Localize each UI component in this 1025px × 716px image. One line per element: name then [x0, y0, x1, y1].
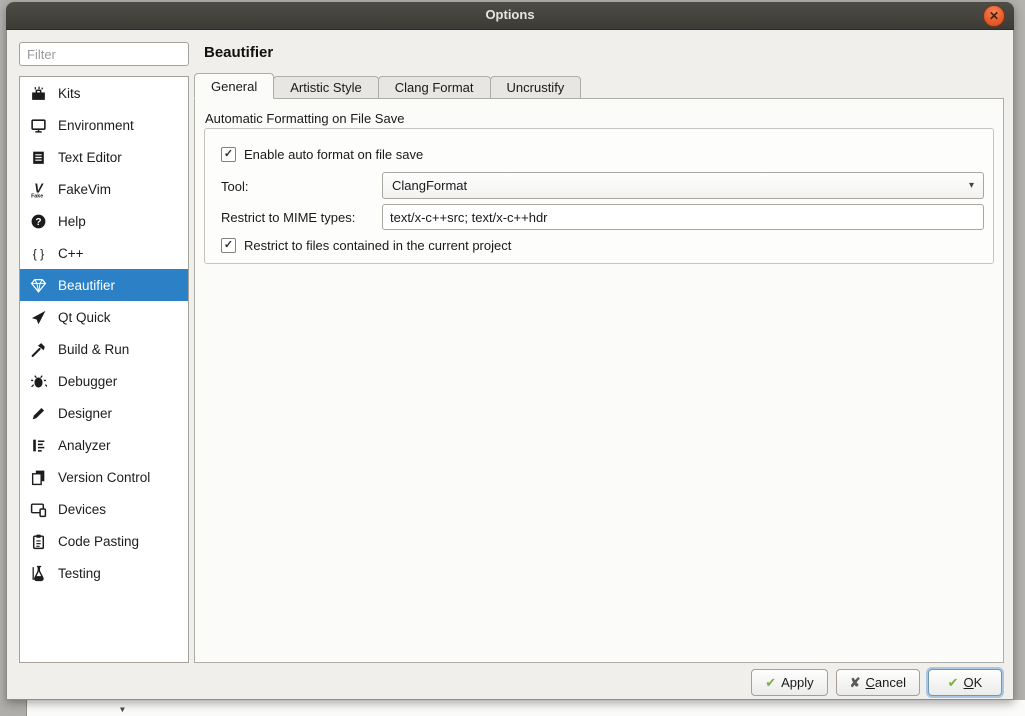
diamond-icon	[30, 277, 47, 294]
help-icon: ?	[30, 213, 47, 230]
sidebar-item-label: Version Control	[58, 470, 150, 485]
flask-icon	[30, 565, 47, 582]
filter-input[interactable]	[19, 42, 189, 66]
sidebar-item-label: Debugger	[58, 374, 117, 389]
close-icon: ✕	[989, 10, 999, 22]
svg-text:?: ?	[35, 217, 41, 228]
sidebar-item-kits[interactable]: Kits	[20, 77, 188, 109]
cancel-button[interactable]: ✘ Cancel	[836, 669, 920, 696]
hammer-icon	[30, 341, 47, 358]
braces-icon: { }	[30, 245, 47, 262]
dropdown-arrow-icon: ▾	[969, 180, 974, 191]
cancel-button-label: Cancel	[866, 675, 906, 690]
pencil-icon	[30, 405, 47, 422]
tab-uncrustify[interactable]: Uncrustify	[490, 76, 582, 99]
check-glyph: ✓	[224, 149, 233, 160]
dialog-button-box: ✔ Apply ✘ Cancel ✔ OK	[751, 669, 1002, 696]
tab-artistic-style[interactable]: Artistic Style	[273, 76, 379, 99]
svg-text:{ }: { }	[33, 246, 45, 260]
apply-button[interactable]: ✔ Apply	[751, 669, 827, 696]
sidebar-item-label: FakeVim	[58, 182, 111, 197]
combobox-value: ClangFormat	[392, 178, 467, 193]
ok-button-label: OK	[964, 675, 983, 690]
enable-autoformat-checkbox[interactable]: ✓ Enable auto format on file save	[221, 147, 423, 162]
tool-combobox[interactable]: ClangFormat ▾	[382, 172, 984, 199]
vim-icon: VFake	[30, 181, 47, 198]
general-tab-pane: Automatic Formatting on File Save ✓ Enab…	[194, 98, 1004, 663]
sidebar-item-label: Kits	[58, 86, 81, 101]
mime-types-label: Restrict to MIME types:	[221, 210, 355, 225]
editor-code-line: 89 ▼ void CamImuCalib::initGui() {	[0, 702, 47, 716]
sidebar-item-build-run[interactable]: Build & Run	[20, 333, 188, 365]
sidebar-item-label: Beautifier	[58, 278, 115, 293]
bug-icon	[30, 373, 47, 390]
sidebar-item-label: Help	[58, 214, 86, 229]
monitor-icon	[30, 117, 47, 134]
titlebar[interactable]: Options ✕	[6, 2, 1014, 30]
apply-button-label: Apply	[781, 675, 814, 690]
category-list: Kits Environment Text Editor VFake FakeV…	[19, 76, 189, 663]
sidebar-item-code-pasting[interactable]: Code Pasting	[20, 525, 188, 557]
paper-plane-icon	[30, 309, 47, 326]
options-dialog: Options ✕ Kits Environment Text Edit	[6, 2, 1014, 700]
sidebar-item-cpp[interactable]: { } C++	[20, 237, 188, 269]
clipboard-icon	[30, 533, 47, 550]
sidebar-item-qt-quick[interactable]: Qt Quick	[20, 301, 188, 333]
sidebar-item-environment[interactable]: Environment	[20, 109, 188, 141]
sidebar-item-version-control[interactable]: Version Control	[20, 461, 188, 493]
sidebar-item-beautifier[interactable]: Beautifier	[20, 269, 188, 301]
pages-icon	[30, 469, 47, 486]
checkbox-label: Enable auto format on file save	[244, 147, 423, 162]
sidebar-item-label: Qt Quick	[58, 310, 111, 325]
sidebar-item-label: C++	[58, 246, 84, 261]
fold-marker-icon[interactable]: ▼	[120, 705, 125, 714]
dialog-body: Kits Environment Text Editor VFake FakeV…	[6, 30, 1014, 700]
desktop-background: 89 ▼ void CamImuCalib::initGui() { Optio…	[0, 0, 1025, 716]
sidebar-item-label: Analyzer	[58, 438, 111, 453]
sidebar-item-label: Environment	[58, 118, 134, 133]
sidebar-item-designer[interactable]: Designer	[20, 397, 188, 429]
sidebar-item-label: Designer	[58, 406, 112, 421]
document-icon	[30, 149, 47, 166]
sidebar-item-label: Testing	[58, 566, 101, 581]
cross-icon: ✘	[850, 675, 861, 691]
tool-label: Tool:	[221, 179, 248, 194]
sidebar-item-testing[interactable]: Testing	[20, 557, 188, 589]
window-title: Options	[6, 7, 1014, 22]
sidebar-item-label: Devices	[58, 502, 106, 517]
sidebar-item-help[interactable]: ? Help	[20, 205, 188, 237]
tab-clang-format[interactable]: Clang Format	[378, 76, 491, 99]
check-icon: ✔	[948, 675, 959, 691]
sidebar-item-label: Code Pasting	[58, 534, 139, 549]
checkbox-checked-icon: ✓	[221, 147, 236, 162]
sidebar-item-label: Build & Run	[58, 342, 129, 357]
sidebar-item-text-editor[interactable]: Text Editor	[20, 141, 188, 173]
devices-icon	[30, 501, 47, 518]
sidebar-item-fakevim[interactable]: VFake FakeVim	[20, 173, 188, 205]
tab-bar: General Artistic Style Clang Format Uncr…	[194, 73, 580, 99]
check-icon: ✔	[765, 675, 776, 691]
analyzer-icon	[30, 437, 47, 454]
sidebar-item-devices[interactable]: Devices	[20, 493, 188, 525]
checkbox-checked-icon: ✓	[221, 238, 236, 253]
tab-general[interactable]: General	[194, 73, 274, 99]
mime-types-input[interactable]	[382, 204, 984, 230]
close-button[interactable]: ✕	[983, 5, 1005, 27]
sidebar-item-label: Text Editor	[58, 150, 122, 165]
sidebar-item-debugger[interactable]: Debugger	[20, 365, 188, 397]
page-title: Beautifier	[204, 44, 273, 61]
groupbox-title: Automatic Formatting on File Save	[205, 111, 404, 126]
check-glyph: ✓	[224, 240, 233, 251]
checkbox-label: Restrict to files contained in the curre…	[244, 238, 511, 253]
restrict-project-checkbox[interactable]: ✓ Restrict to files contained in the cur…	[221, 238, 511, 253]
ok-button[interactable]: ✔ OK	[928, 669, 1002, 696]
toolbox-icon	[30, 85, 47, 102]
sidebar-item-analyzer[interactable]: Analyzer	[20, 429, 188, 461]
code-editor-background: 89 ▼ void CamImuCalib::initGui() {	[0, 700, 1025, 716]
auto-format-groupbox: ✓ Enable auto format on file save Tool: …	[204, 128, 994, 264]
svg-text:Fake: Fake	[31, 193, 43, 198]
